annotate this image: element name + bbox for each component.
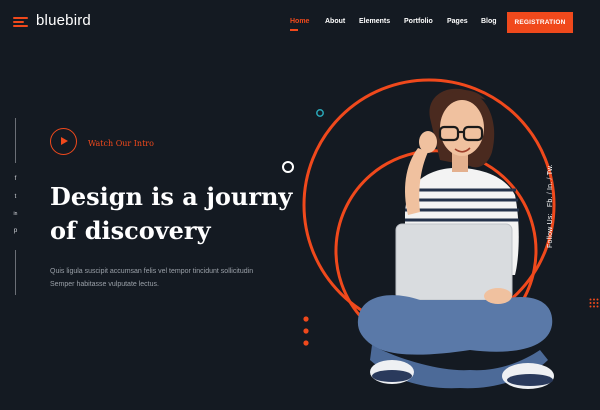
orange-dot-2 bbox=[303, 328, 309, 334]
follow-link-fb[interactable]: Fb. bbox=[547, 196, 554, 207]
follow-us-bar: Follow Us: Fb. / In. / Tw. bbox=[547, 164, 554, 248]
follow-label: Follow Us: bbox=[547, 213, 554, 248]
woman-with-laptop bbox=[357, 88, 554, 389]
orange-dot-1 bbox=[303, 316, 309, 322]
hero-illustration bbox=[282, 78, 556, 389]
follow-link-tw[interactable]: Tw. bbox=[547, 164, 554, 175]
follow-separator: / bbox=[547, 189, 554, 195]
orange-dot-3 bbox=[303, 340, 309, 346]
white-ring-decor bbox=[282, 161, 294, 173]
teal-ring-decor bbox=[316, 109, 324, 117]
follow-link-in[interactable]: In. bbox=[547, 182, 554, 190]
follow-separator: / bbox=[547, 175, 554, 180]
dot-grid-decor bbox=[589, 298, 599, 308]
